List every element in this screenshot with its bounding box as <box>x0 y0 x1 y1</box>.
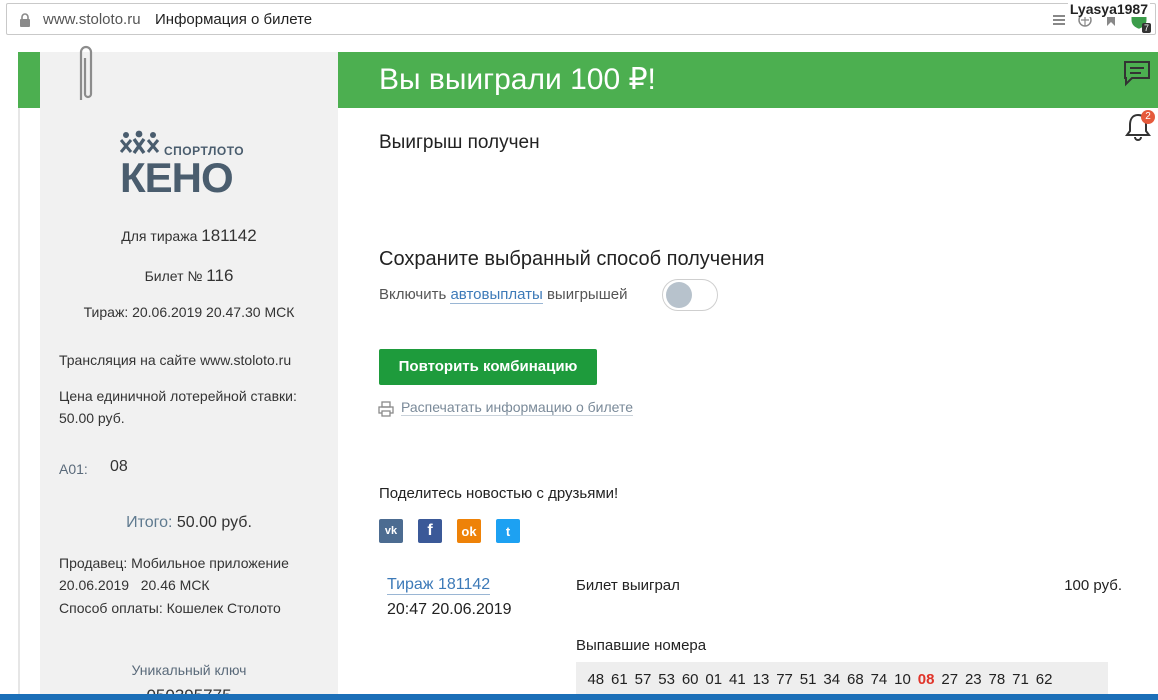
drawn-numbers-label: Выпавшие номера <box>576 637 707 654</box>
ticket-price: Цена единичной лотерейной ставки: 50.00 … <box>59 385 319 429</box>
a01-value: 08 <box>110 458 128 475</box>
notifications-badge: 2 <box>1141 110 1155 124</box>
drawn-number: 53 <box>658 670 675 688</box>
drawn-number: 34 <box>823 670 841 688</box>
ticket-total-label: Итого: <box>126 514 177 531</box>
notifications-button[interactable]: 2 <box>1124 110 1155 142</box>
reader-icon[interactable] <box>1051 12 1067 28</box>
print-ticket-link[interactable]: Распечатать информацию о билете <box>401 399 633 416</box>
os-taskbar <box>0 694 1158 700</box>
keno-logo: СПОРТЛОТО КЕНО <box>120 130 260 202</box>
drawn-number: 68 <box>846 670 864 688</box>
address-page-title: Информация о билете <box>155 11 313 28</box>
drawn-number-hit: 08 <box>917 670 935 688</box>
left-green-strip <box>18 52 40 108</box>
draw-time: 20:47 20.06.2019 <box>387 601 512 618</box>
paperclip-icon <box>79 45 93 100</box>
address-domain: www.stoloto.ru <box>43 11 141 28</box>
win-title: Вы выиграли 100 ₽! <box>379 63 656 96</box>
ticket-won-label: Билет выиграл <box>576 577 680 594</box>
drawn-number: 71 <box>1012 670 1029 688</box>
address-bar[interactable]: www.stoloto.ru Информация о билете 7 <box>6 3 1156 35</box>
autopay-toggle[interactable] <box>662 279 718 311</box>
ticket-seller-name: Продавец: Мобильное приложение <box>59 555 289 571</box>
drawn-number: 23 <box>964 670 982 688</box>
ticket-draw-number: 181142 <box>201 226 257 245</box>
twitter-icon[interactable]: t <box>496 519 520 543</box>
drawn-number: 77 <box>776 670 793 688</box>
drawn-number: 60 <box>681 670 699 688</box>
ticket-total: Итого: 50.00 руб. <box>40 514 338 532</box>
win-received-status: Выигрыш получен <box>379 132 540 153</box>
drawn-number: 61 <box>611 670 628 688</box>
sportloto-people-icon <box>120 130 160 154</box>
ticket-seller-date: 20.06.2019 20.46 МСК <box>59 577 210 593</box>
repeat-combination-button[interactable]: Повторить комбинацию <box>379 349 597 385</box>
drawn-number: 51 <box>799 670 817 688</box>
save-method-heading: Сохраните выбранный способ получения <box>379 248 765 270</box>
won-amount: 100 руб. <box>1064 577 1122 594</box>
ticket-draw-line: Для тиража 181142 <box>40 226 338 246</box>
chat-icon[interactable] <box>1122 58 1152 88</box>
win-banner: Вы выиграли 100 ₽! <box>338 52 1158 108</box>
logo-game: КЕНО <box>120 154 234 201</box>
share-label: Поделитесь новостью с друзьями! <box>379 485 619 502</box>
shield-badge: 7 <box>1141 23 1151 33</box>
ticket-payment: Способ оплаты: Кошелек Столото <box>59 600 281 616</box>
vk-icon[interactable]: vk <box>379 519 403 543</box>
odnoklassniki-icon[interactable]: ok <box>457 519 481 543</box>
autopay-link[interactable]: автовыплаты <box>450 286 543 304</box>
drawn-number: 10 <box>894 670 911 688</box>
ticket-number-prefix: Билет № <box>144 268 207 284</box>
drawn-number: 57 <box>634 670 652 688</box>
browser-toolbar: www.stoloto.ru Информация о билете 7 Lya… <box>0 0 1158 38</box>
ticket-broadcast: Трансляция на сайте www.stoloto.ru <box>59 352 292 368</box>
drawn-number: 13 <box>752 670 770 688</box>
lock-icon <box>20 13 30 27</box>
facebook-icon[interactable]: f <box>418 519 442 543</box>
printer-icon[interactable] <box>378 401 394 417</box>
draw-link[interactable]: Тираж 181142 <box>387 576 491 595</box>
unique-key-label: Уникальный ключ <box>131 662 247 678</box>
autopay-prefix: Включить <box>379 286 451 303</box>
ticket-draw-prefix: Для тиража <box>121 228 202 244</box>
ticket-total-value: 50.00 руб. <box>176 514 252 531</box>
autopay-line: Включить автовыплаты выигрышей <box>379 286 628 304</box>
ticket-price-label: Цена единичной лотерейной ставки: <box>59 388 297 404</box>
drawn-number: 41 <box>729 670 746 688</box>
autopay-toggle-knob <box>666 282 692 308</box>
left-divider <box>18 108 20 700</box>
ticket-draw-date: Тираж: 20.06.2019 20.47.30 МСК <box>83 304 295 320</box>
a01-label: А01: <box>59 461 88 477</box>
ticket-seller: Продавец: Мобильное приложение 20.06.201… <box>59 552 289 596</box>
drawn-number: 78 <box>988 670 1006 688</box>
ticket-number: 116 <box>206 266 234 285</box>
autopay-suffix: выигрышей <box>542 286 628 303</box>
drawn-numbers-list: 48 61 57 53 60 01 41 13 77 51 34 68 74 10 08 27 23 78 71 62 <box>576 662 1108 696</box>
ticket-number-line: Билет № 116 <box>40 266 338 286</box>
drawn-number: 74 <box>870 670 888 688</box>
drawn-number: 27 <box>941 670 959 688</box>
drawn-number: 62 <box>1035 670 1053 688</box>
ticket-price-value: 50.00 руб. <box>59 410 125 426</box>
drawn-number: 48 <box>587 670 605 688</box>
username-label[interactable]: Lyasya1987 <box>1067 1 1150 17</box>
drawn-number: 01 <box>705 670 723 688</box>
